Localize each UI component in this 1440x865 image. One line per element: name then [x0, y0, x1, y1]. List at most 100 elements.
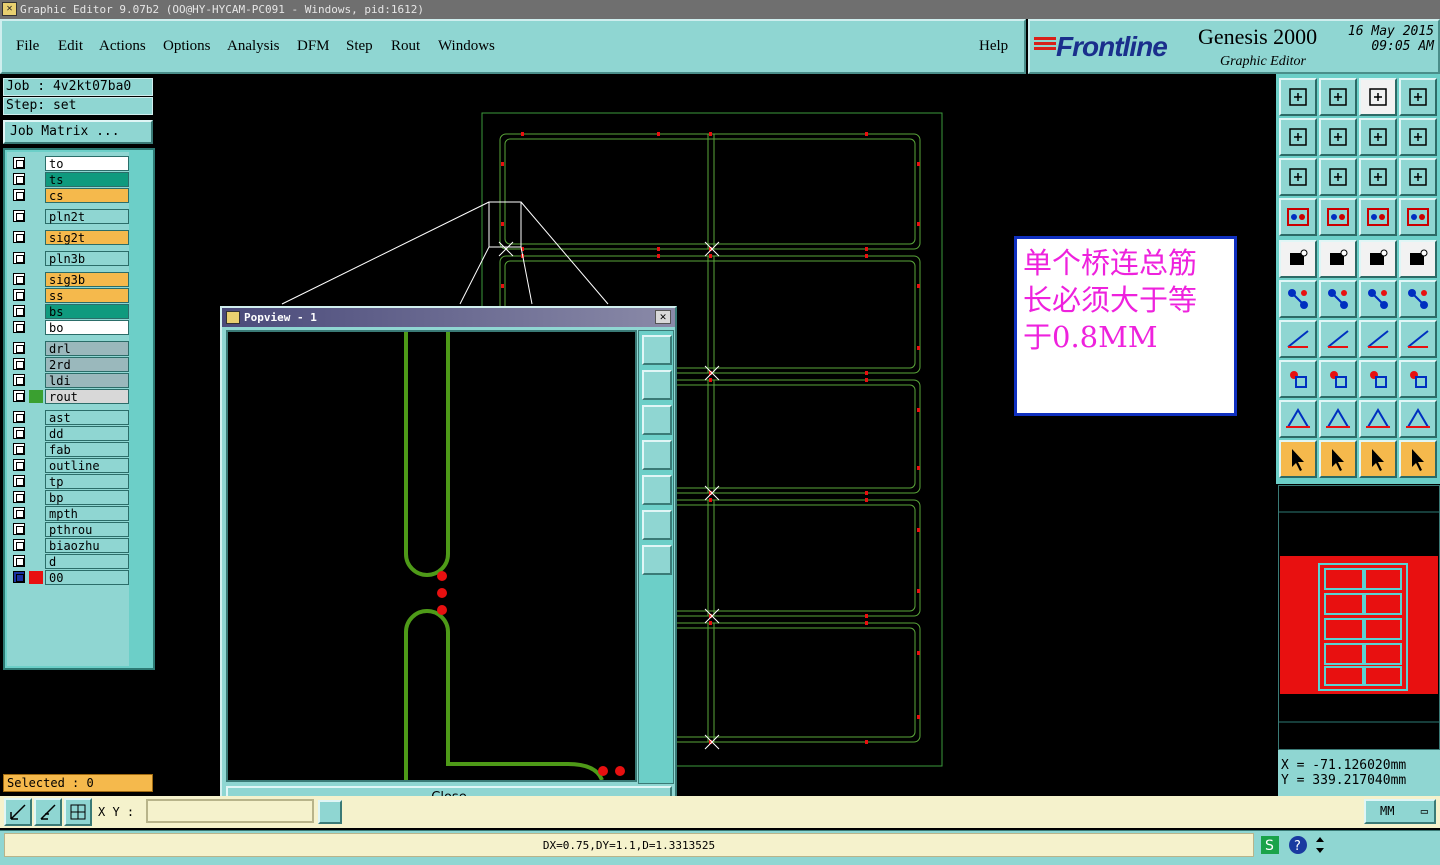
select-box2-icon[interactable] [1359, 440, 1397, 478]
layer-row[interactable]: tp [11, 474, 129, 489]
menu-help[interactable]: Help [979, 38, 1008, 55]
layer-row[interactable]: ast [11, 410, 129, 425]
popview-canvas[interactable] [226, 330, 637, 782]
select-path-icon[interactable] [1399, 440, 1437, 478]
layer-red-icon[interactable] [1359, 198, 1397, 236]
layer-checkbox[interactable] [13, 427, 25, 439]
menu-analysis[interactable]: Analysis [227, 38, 280, 55]
triangle2-icon[interactable] [1319, 400, 1357, 438]
layer-checkbox[interactable] [13, 210, 25, 222]
net-icon[interactable] [1279, 280, 1317, 318]
layer-checkbox[interactable] [13, 273, 25, 285]
layer-name[interactable]: drl [45, 341, 129, 356]
layer-row[interactable]: bo [11, 320, 129, 335]
layer-row[interactable]: ts [11, 172, 129, 187]
line-icon[interactable] [1319, 360, 1357, 398]
layer-checkbox[interactable] [13, 491, 25, 503]
layer-row[interactable]: bs [11, 304, 129, 319]
window-icon[interactable] [1399, 78, 1437, 116]
measure-box-icon[interactable] [1359, 360, 1397, 398]
layer-row[interactable]: fab [11, 442, 129, 457]
layer-name[interactable]: mpth [45, 506, 129, 521]
layer-name[interactable]: bp [45, 490, 129, 505]
layer-name[interactable]: sig2t [45, 230, 129, 245]
pan-left-icon[interactable] [1279, 118, 1317, 156]
connect2-icon[interactable] [1399, 280, 1437, 318]
home-down-icon[interactable] [1319, 78, 1357, 116]
triangle-icon[interactable] [1279, 400, 1317, 438]
units-select[interactable]: MM ▭ [1364, 799, 1436, 824]
layer-checkbox[interactable] [13, 571, 25, 583]
layer-red2-icon[interactable] [1399, 198, 1437, 236]
popview-pan-right-icon[interactable] [642, 475, 672, 505]
layer-name[interactable]: biaozhu [45, 538, 129, 553]
layer-checkbox[interactable] [13, 374, 25, 386]
snap-icon[interactable] [4, 798, 32, 826]
layer-checkbox[interactable] [13, 173, 25, 185]
layer-checkbox[interactable] [13, 342, 25, 354]
layer-row[interactable]: ldi [11, 373, 129, 388]
connect-icon[interactable] [1359, 280, 1397, 318]
layer-name[interactable]: pln2t [45, 209, 129, 224]
layer-name[interactable]: ldi [45, 373, 129, 388]
layer-row[interactable]: outline [11, 458, 129, 473]
layer-row[interactable]: sig3b [11, 272, 129, 287]
layer-checkbox[interactable] [13, 523, 25, 535]
layer-row[interactable]: d [11, 554, 129, 569]
layer-row[interactable]: pthrou [11, 522, 129, 537]
layer-checkbox[interactable] [13, 555, 25, 567]
scale-1-2-icon[interactable] [1359, 158, 1397, 196]
angle-icon[interactable] [1279, 320, 1317, 358]
tools-icon[interactable] [1279, 198, 1317, 236]
layer-name[interactable]: cs [45, 188, 129, 203]
layer-row[interactable]: bp [11, 490, 129, 505]
layer-name[interactable]: dd [45, 426, 129, 441]
layer-row[interactable]: rout [11, 389, 129, 404]
slash-icon[interactable] [1319, 320, 1357, 358]
layer-row[interactable]: drl [11, 341, 129, 356]
layer-checkbox[interactable] [13, 539, 25, 551]
layer-name[interactable]: to [45, 156, 129, 171]
menu-windows[interactable]: Windows [438, 38, 495, 55]
popview-pan-up-icon[interactable] [642, 370, 672, 400]
menu-rout[interactable]: Rout [391, 38, 420, 55]
cross-icon[interactable] [1319, 280, 1357, 318]
layer-checkbox[interactable] [13, 459, 25, 471]
layer-checkbox[interactable] [13, 507, 25, 519]
popview-zoom-fit-icon[interactable] [642, 510, 672, 540]
pan-right-icon[interactable] [1319, 118, 1357, 156]
popview-close-icon[interactable]: ✕ [655, 310, 671, 324]
layer-row[interactable]: mpth [11, 506, 129, 521]
layer-row[interactable]: to [11, 156, 129, 171]
triangle4-icon[interactable] [1399, 400, 1437, 438]
layer-row[interactable]: ss [11, 288, 129, 303]
arc-icon[interactable] [1359, 320, 1397, 358]
job-matrix-button[interactable]: Job Matrix ... [3, 120, 153, 144]
layer-name[interactable]: pthrou [45, 522, 129, 537]
help-icon[interactable]: ? [1288, 835, 1308, 855]
layer-row[interactable]: pln2t [11, 209, 129, 224]
popview-zoom-icon[interactable] [642, 335, 672, 365]
layer-checkbox[interactable] [13, 289, 25, 301]
layer-name[interactable]: sig3b [45, 272, 129, 287]
redraw-icon[interactable] [1399, 118, 1437, 156]
scroll-arrows-icon[interactable] [1314, 835, 1326, 855]
layer-name[interactable]: tp [45, 474, 129, 489]
triangle3-icon[interactable] [1359, 400, 1397, 438]
popview-zoom-home-icon[interactable] [642, 545, 672, 575]
layer-checkbox[interactable] [13, 411, 25, 423]
layer-row[interactable]: dd [11, 426, 129, 441]
layer-checkbox[interactable] [13, 390, 25, 402]
overview-window[interactable] [1278, 485, 1440, 750]
layer-name[interactable]: ss [45, 288, 129, 303]
select-arrow-icon[interactable] [1279, 440, 1317, 478]
layer-checkbox[interactable] [13, 305, 25, 317]
layer-row[interactable]: sig2t [11, 230, 129, 245]
ruler-icon[interactable] [1359, 240, 1397, 278]
dot-icon[interactable] [1399, 240, 1437, 278]
home-up-icon[interactable] [1279, 78, 1317, 116]
layer-name[interactable]: d [45, 554, 129, 569]
layer-row[interactable]: 2rd [11, 357, 129, 372]
layer-checkbox[interactable] [13, 358, 25, 370]
xy-input[interactable] [146, 799, 314, 823]
